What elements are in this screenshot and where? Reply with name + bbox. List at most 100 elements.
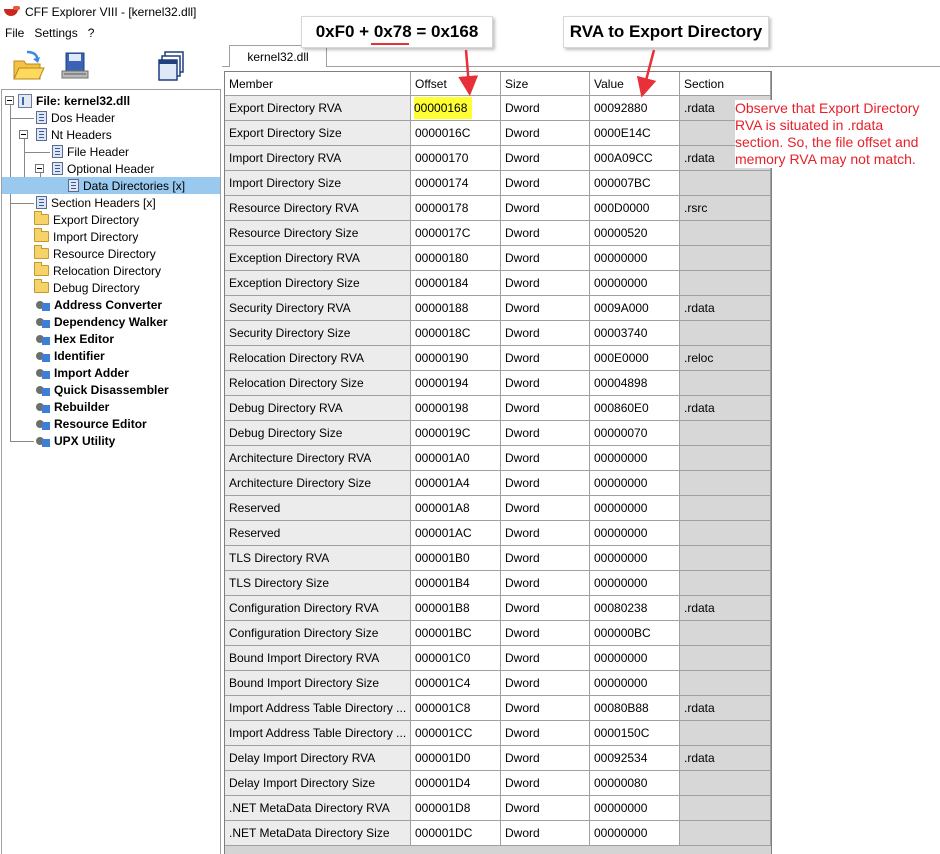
- cell-offset[interactable]: 000001D0: [411, 746, 501, 771]
- cell-offset[interactable]: 000001AC: [411, 521, 501, 546]
- cell-section[interactable]: [680, 646, 771, 671]
- table-row[interactable]: Debug Directory Size 0000019C Dword 0000007…: [225, 421, 771, 446]
- table-row[interactable]: Import Directory RVA 00000170 Dword 000A09C…: [225, 146, 771, 171]
- cell-value[interactable]: 00000070: [590, 421, 680, 446]
- cell-offset[interactable]: 00000178: [411, 196, 501, 221]
- tab-kernel32[interactable]: kernel32.dll: [229, 45, 327, 67]
- cell-offset[interactable]: 00000198: [411, 396, 501, 421]
- cell-size[interactable]: Dword: [501, 571, 590, 596]
- column-header-size[interactable]: Size: [501, 72, 590, 96]
- cell-size[interactable]: Dword: [501, 446, 590, 471]
- cell-value[interactable]: 00000000: [590, 246, 680, 271]
- table-row[interactable]: Export Directory RVA 00000168 Dword 0009288…: [225, 96, 771, 121]
- cell-size[interactable]: Dword: [501, 596, 590, 621]
- cell-section[interactable]: [680, 621, 771, 646]
- cell-section[interactable]: [680, 171, 771, 196]
- cell-section[interactable]: [680, 421, 771, 446]
- cell-value[interactable]: 00000000: [590, 671, 680, 696]
- cell-section[interactable]: [680, 271, 771, 296]
- cell-size[interactable]: Dword: [501, 521, 590, 546]
- cell-value[interactable]: 000E0000: [590, 346, 680, 371]
- cell-value[interactable]: 00000000: [590, 271, 680, 296]
- column-header-section[interactable]: Section: [680, 72, 771, 96]
- windows-button[interactable]: [155, 49, 189, 83]
- tree-item-upx-utility[interactable]: UPX Utility: [36, 432, 115, 449]
- cell-size[interactable]: Dword: [501, 671, 590, 696]
- cell-offset[interactable]: 000001A8: [411, 496, 501, 521]
- cell-size[interactable]: Dword: [501, 196, 590, 221]
- cell-offset[interactable]: 000001CC: [411, 721, 501, 746]
- cell-offset[interactable]: 000001A0: [411, 446, 501, 471]
- cell-value[interactable]: 00000000: [590, 646, 680, 671]
- cell-size[interactable]: Dword: [501, 96, 590, 121]
- table-row[interactable]: Bound Import Directory RVA 000001C0 Dword 0…: [225, 646, 771, 671]
- cell-section[interactable]: .rdata: [680, 746, 771, 771]
- table-row[interactable]: Security Directory RVA 00000188 Dword 0009A…: [225, 296, 771, 321]
- menu-help[interactable]: ?: [83, 26, 100, 40]
- cell-size[interactable]: Dword: [501, 246, 590, 271]
- cell-value[interactable]: 00000000: [590, 571, 680, 596]
- cell-size[interactable]: Dword: [501, 696, 590, 721]
- table-row[interactable]: TLS Directory Size 000001B4 Dword 00000000: [225, 571, 771, 596]
- column-header-value[interactable]: Value: [590, 72, 680, 96]
- cell-size[interactable]: Dword: [501, 171, 590, 196]
- cell-offset[interactable]: 0000018C: [411, 321, 501, 346]
- table-row[interactable]: .NET MetaData Directory RVA 000001D8 Dword…: [225, 796, 771, 821]
- cell-size[interactable]: Dword: [501, 821, 590, 846]
- tree-item-data-directories[interactable]: Data Directories [x]: [2, 177, 220, 194]
- table-row[interactable]: .NET MetaData Directory Size 000001DC Dwor…: [225, 821, 771, 846]
- cell-section[interactable]: .rdata: [680, 596, 771, 621]
- cell-size[interactable]: Dword: [501, 346, 590, 371]
- table-row[interactable]: Relocation Directory RVA 00000190 Dword 000…: [225, 346, 771, 371]
- column-header-offset[interactable]: Offset: [411, 72, 501, 96]
- cell-size[interactable]: Dword: [501, 771, 590, 796]
- table-row[interactable]: Debug Directory RVA 00000198 Dword 000860E0…: [225, 396, 771, 421]
- table-row[interactable]: Architecture Directory Size 000001A4 Dword…: [225, 471, 771, 496]
- cell-offset[interactable]: 00000170: [411, 146, 501, 171]
- cell-offset[interactable]: 000001C0: [411, 646, 501, 671]
- table-row[interactable]: Security Directory Size 0000018C Dword 0000…: [225, 321, 771, 346]
- table-row[interactable]: Delay Import Directory RVA 000001D0 Dword 0…: [225, 746, 771, 771]
- cell-section[interactable]: .rdata: [680, 396, 771, 421]
- cell-section[interactable]: [680, 771, 771, 796]
- cell-size[interactable]: Dword: [501, 271, 590, 296]
- cell-size[interactable]: Dword: [501, 146, 590, 171]
- cell-value[interactable]: 000A09CC: [590, 146, 680, 171]
- cell-section[interactable]: [680, 321, 771, 346]
- table-row[interactable]: Reserved 000001AC Dword 00000000: [225, 521, 771, 546]
- cell-section[interactable]: [680, 521, 771, 546]
- collapse-nt-headers-toggle[interactable]: [19, 130, 28, 139]
- cell-value[interactable]: 00080238: [590, 596, 680, 621]
- cell-size[interactable]: Dword: [501, 396, 590, 421]
- cell-section[interactable]: [680, 796, 771, 821]
- cell-offset[interactable]: 00000190: [411, 346, 501, 371]
- cell-offset[interactable]: 000001C8: [411, 696, 501, 721]
- cell-size[interactable]: Dword: [501, 796, 590, 821]
- cell-offset[interactable]: 00000184: [411, 271, 501, 296]
- cell-size[interactable]: Dword: [501, 646, 590, 671]
- save-file-button[interactable]: [58, 49, 92, 83]
- cell-value[interactable]: 00004898: [590, 371, 680, 396]
- cell-value[interactable]: 00092534: [590, 746, 680, 771]
- cell-value[interactable]: 00000080: [590, 771, 680, 796]
- tree-item-resource-directory[interactable]: Resource Directory: [34, 245, 156, 262]
- tree-item-rebuilder[interactable]: Rebuilder: [36, 398, 109, 415]
- table-row[interactable]: Resource Directory Size 0000017C Dword 0000…: [225, 221, 771, 246]
- menu-settings[interactable]: Settings: [29, 26, 82, 40]
- cell-value[interactable]: 000D0000: [590, 196, 680, 221]
- cell-size[interactable]: Dword: [501, 471, 590, 496]
- cell-offset[interactable]: 0000017C: [411, 221, 501, 246]
- tree-item-root[interactable]: File: kernel32.dll: [18, 92, 130, 109]
- cell-offset[interactable]: 000001B0: [411, 546, 501, 571]
- cell-size[interactable]: Dword: [501, 496, 590, 521]
- table-row[interactable]: Bound Import Directory Size 000001C4 Dword…: [225, 671, 771, 696]
- tree-item-section-headers[interactable]: Section Headers [x]: [36, 194, 156, 211]
- cell-section[interactable]: [680, 671, 771, 696]
- cell-offset[interactable]: 0000019C: [411, 421, 501, 446]
- cell-offset[interactable]: 00000180: [411, 246, 501, 271]
- collapse-root-toggle[interactable]: [5, 96, 14, 105]
- table-row[interactable]: Reserved 000001A8 Dword 00000000: [225, 496, 771, 521]
- cell-offset[interactable]: 00000194: [411, 371, 501, 396]
- cell-offset[interactable]: 00000168: [411, 96, 501, 121]
- tree-item-nt-headers[interactable]: Nt Headers: [36, 126, 112, 143]
